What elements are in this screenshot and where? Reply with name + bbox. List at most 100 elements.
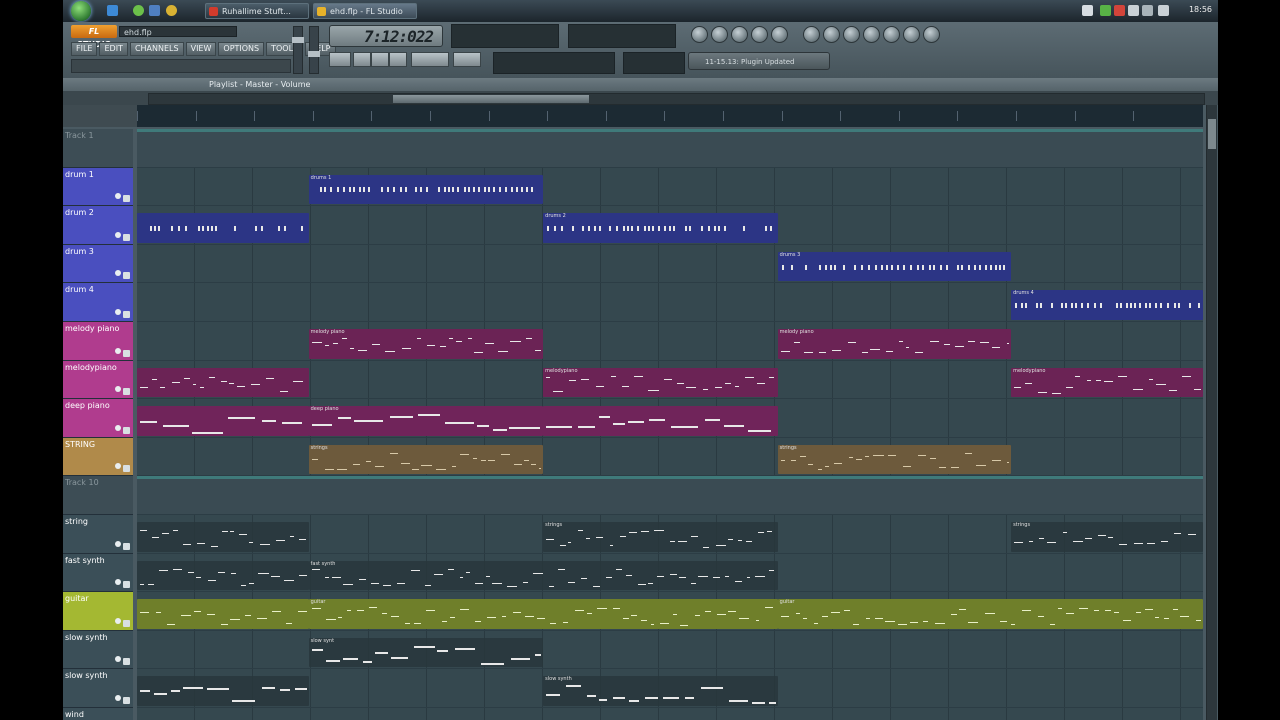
menu-edit[interactable]: EDIT [99,42,128,56]
piano-roll-button[interactable] [731,26,748,43]
track-header[interactable]: string [63,515,133,554]
pattern-clip[interactable]: strings [777,444,1012,475]
track-settings-icon[interactable] [115,694,121,701]
track-settings-icon[interactable] [115,424,121,431]
pattern-clip[interactable] [137,560,309,591]
track-settings-icon[interactable] [115,231,121,238]
track-header[interactable]: deep piano [63,399,133,438]
play-button[interactable] [353,52,371,67]
project-info-button[interactable] [843,26,860,43]
tempo-display[interactable] [411,52,449,67]
track-lane[interactable]: drums 3 [137,244,1203,284]
pattern-clip[interactable]: drums 2 [543,213,778,243]
plugin-picker-button[interactable] [803,26,820,43]
browser-button[interactable] [751,26,768,43]
track-header[interactable]: drum 4 [63,283,133,322]
save-button[interactable] [903,26,920,43]
track-settings-icon[interactable] [115,308,121,315]
pattern-clip[interactable]: drums 4 [1011,290,1203,320]
online-button[interactable] [863,26,880,43]
track-mute-icon[interactable] [123,426,130,434]
track-header[interactable]: Track 1 [63,129,133,168]
track-lane[interactable]: melodypiano melodypiano [137,360,1203,400]
track-lane[interactable]: strings strings [137,437,1203,477]
tray-app-icon[interactable] [1082,5,1093,16]
track-settings-icon[interactable] [115,540,121,547]
track-settings-icon[interactable] [115,656,121,663]
pattern-clip[interactable]: melody piano [777,329,1012,359]
help-button[interactable] [923,26,940,43]
quicklaunch-chrome-icon[interactable] [166,5,177,16]
track-mute-icon[interactable] [123,696,130,704]
pattern-clip[interactable]: slow synt [308,637,544,668]
taskbar-task-flstudio[interactable]: ehd.flp - FL Studio [313,3,417,19]
pattern-clip[interactable]: strings [308,444,544,475]
track-lane[interactable]: slow synth [137,669,1203,708]
pattern-clip[interactable] [137,406,309,436]
master-pitch-slider[interactable] [308,26,320,74]
tray-sound-icon[interactable] [1158,5,1169,16]
pattern-clip[interactable]: strings [1011,522,1203,552]
track-mute-icon[interactable] [123,195,130,203]
quicklaunch-ie-icon[interactable] [107,5,118,16]
track-lane[interactable]: guitar guitar [137,592,1203,631]
render-button[interactable] [883,26,900,43]
track-lane[interactable]: drums 1 [137,167,1203,207]
track-mute-icon[interactable] [123,465,130,473]
track-lane[interactable] [137,708,1203,720]
track-mute-icon[interactable] [123,349,130,357]
track-mute-icon[interactable] [123,581,130,589]
record-button[interactable] [389,52,407,67]
step-sequencer-button[interactable] [711,26,728,43]
tray-security-icon[interactable] [1114,5,1125,16]
pattern-clip[interactable] [137,522,309,552]
pattern-clip[interactable] [137,676,309,706]
track-settings-icon[interactable] [115,579,121,586]
pattern-clip[interactable]: strings [543,522,778,552]
time-ruler[interactable] [137,105,1203,127]
track-mute-icon[interactable] [123,388,130,396]
track-settings-icon[interactable] [115,270,121,277]
pattern-clip[interactable] [137,367,309,398]
tray-volume-icon[interactable] [1128,5,1139,16]
track-header[interactable]: wind [63,708,133,720]
track-lane[interactable] [137,476,1203,515]
track-settings-icon[interactable] [115,463,121,470]
track-settings-icon[interactable] [115,347,121,354]
track-lane[interactable]: fast synth [137,553,1203,593]
track-mute-icon[interactable] [123,619,130,627]
channel-settings-button[interactable] [823,26,840,43]
track-header[interactable]: drum 2 [63,206,133,245]
track-header[interactable]: drum 1 [63,167,133,207]
tray-connection-icon[interactable] [1142,5,1153,16]
track-lane[interactable]: deep piano [137,399,1203,438]
stop-button[interactable] [371,52,389,67]
master-volume-slider[interactable] [292,26,304,74]
track-header[interactable]: slow synth [63,669,133,708]
track-lane[interactable] [137,129,1203,168]
pattern-clip[interactable]: deep piano [308,406,544,436]
menu-channels[interactable]: CHANNELS [129,42,184,56]
playlist-vertical-scrollbar[interactable] [1206,105,1217,720]
taskbar-task-browser[interactable]: Ruhallime Stuft... [205,3,309,19]
track-header[interactable]: slow synth [63,630,133,670]
track-mute-icon[interactable] [123,310,130,318]
track-lane[interactable]: melody piano melody piano [137,322,1203,361]
menu-options[interactable]: OPTIONS [218,42,265,56]
pattern-clip[interactable]: drums 1 [308,174,544,205]
pattern-clip[interactable]: guitar [308,599,778,629]
track-settings-icon[interactable] [115,386,121,393]
menu-view[interactable]: VIEW [185,42,217,56]
menu-file[interactable]: FILE [71,42,98,56]
track-mute-icon[interactable] [123,272,130,280]
scroll-thumb[interactable] [393,95,589,103]
pattern-clip[interactable]: slow synth [543,676,778,706]
track-settings-icon[interactable] [115,193,121,200]
pattern-song-toggle[interactable] [329,52,351,67]
playlist-window-button[interactable] [691,26,708,43]
pattern-selector[interactable] [453,52,481,67]
pattern-clip[interactable]: melodypiano [543,367,778,398]
track-mute-icon[interactable] [123,233,130,241]
pattern-clip[interactable]: drums 3 [777,251,1012,282]
track-header[interactable]: Track 10 [63,476,133,515]
